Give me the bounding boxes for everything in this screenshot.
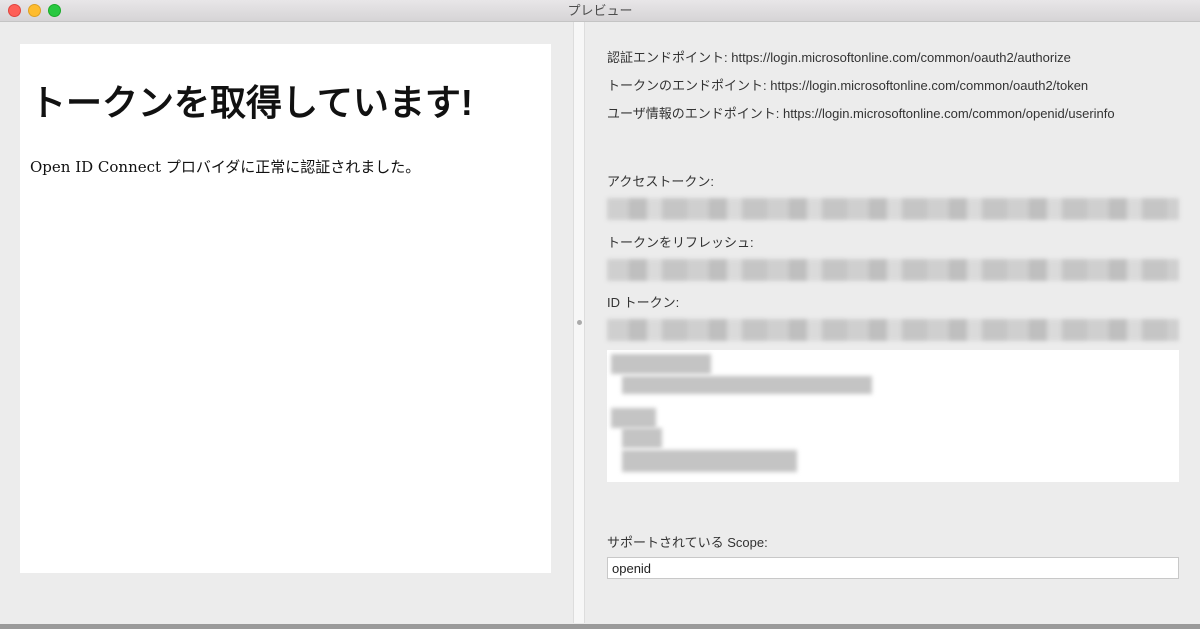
split-view-divider[interactable]	[573, 22, 585, 623]
id-token-label: ID トークン:	[607, 295, 680, 310]
refresh-token-label: トークンをリフレッシュ:	[607, 235, 754, 250]
minimize-button[interactable]	[28, 4, 41, 17]
dock-strip	[0, 624, 1200, 629]
id-token-field[interactable]	[607, 319, 1179, 341]
window-title: プレビュー	[567, 3, 633, 18]
refresh-token-field[interactable]	[607, 259, 1179, 281]
divider-handle-icon[interactable]	[577, 320, 582, 325]
web-preview-pane: トークンを取得しています! Open ID Connect プロバイダに正常に認…	[20, 44, 551, 573]
scope-field[interactable]: openid	[607, 557, 1179, 579]
authorize-endpoint: 認証エンドポイント: https://login.microsoftonline…	[607, 50, 1071, 65]
id-token-claims-area[interactable]	[607, 350, 1179, 482]
scope-label: サポートされている Scope:	[607, 535, 768, 550]
close-button[interactable]	[8, 4, 21, 17]
title-bar: プレビュー	[0, 0, 1200, 22]
success-message: Open ID Connect プロバイダに正常に認証されました。	[30, 158, 421, 176]
zoom-button[interactable]	[48, 4, 61, 17]
page-heading: トークンを取得しています!	[30, 82, 473, 123]
userinfo-endpoint: ユーザ情報のエンドポイント: https://login.microsofton…	[607, 106, 1115, 121]
access-token-field[interactable]	[607, 198, 1179, 220]
token-endpoint: トークンのエンドポイント: https://login.microsoftonl…	[607, 78, 1089, 93]
access-token-label: アクセストークン:	[607, 174, 714, 189]
